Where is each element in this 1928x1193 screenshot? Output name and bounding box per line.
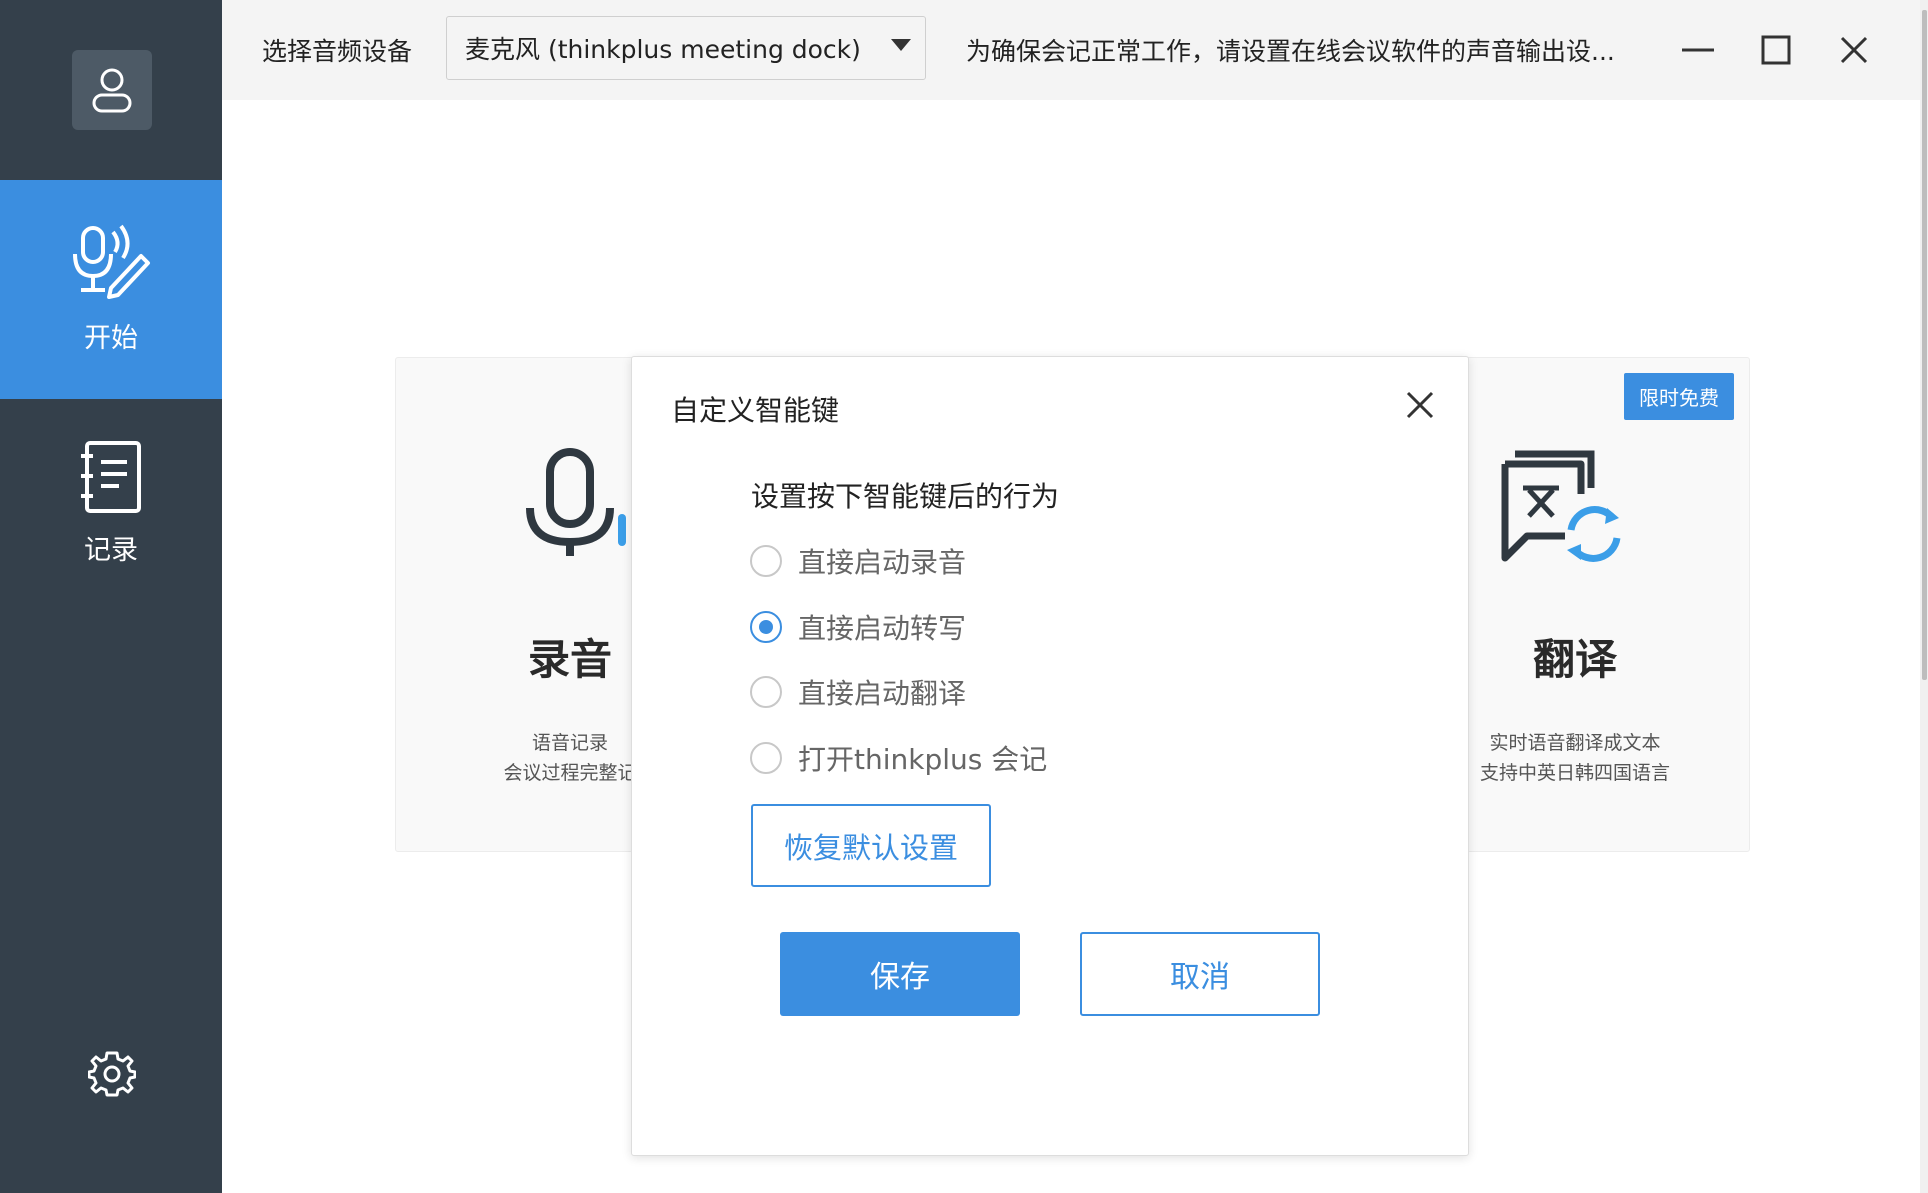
maximize-icon	[1761, 35, 1791, 65]
radio-button[interactable]	[750, 676, 782, 708]
option-label: 打开thinkplus 会记	[798, 743, 1048, 776]
save-button[interactable]: 保存	[780, 932, 1020, 1016]
minimize-button[interactable]	[1674, 26, 1722, 74]
gear-icon	[88, 1051, 136, 1097]
microphone-pen-icon	[73, 224, 150, 299]
sidebar-item-label: 记录	[84, 535, 138, 566]
sidebar-item-start[interactable]: 开始	[0, 180, 222, 399]
dialog-close-button[interactable]	[1400, 385, 1440, 425]
smart-key-dialog: 自定义智能键 设置按下智能键后的行为 直接启动录音 直接启动转写 直接启动翻译 …	[631, 356, 1469, 1156]
sidebar: 开始 记录	[0, 0, 222, 1193]
top-bar: 选择音频设备 麦克风 (thinkplus meeting dock) 为确保会…	[222, 0, 1928, 100]
option-start-transcription[interactable]: 直接启动转写	[750, 607, 966, 647]
scrollbar-thumb[interactable]	[1922, 10, 1927, 680]
audio-device-value: 麦克风 (thinkplus meeting dock)	[465, 35, 861, 64]
microphone-icon	[526, 448, 640, 556]
dialog-title: 自定义智能键	[671, 394, 840, 427]
sidebar-item-records[interactable]: 记录	[0, 440, 222, 590]
option-label: 直接启动转写	[798, 612, 967, 645]
audio-device-select[interactable]: 麦克风 (thinkplus meeting dock)	[446, 16, 926, 80]
translate-icon	[1501, 450, 1621, 562]
caret-down-icon	[891, 39, 911, 51]
minimize-icon	[1682, 48, 1714, 52]
notebook-icon	[81, 441, 141, 513]
close-window-button[interactable]	[1830, 26, 1878, 74]
radio-button[interactable]	[750, 742, 782, 774]
close-icon	[1406, 391, 1434, 419]
option-label: 直接启动翻译	[798, 677, 967, 710]
audio-hint-text: 为确保会记正常工作，请设置在线会议软件的声音输出设...	[966, 37, 1615, 66]
restore-defaults-button[interactable]: 恢复默认设置	[751, 804, 991, 887]
close-icon	[1840, 36, 1868, 64]
option-label: 直接启动录音	[798, 546, 967, 579]
radio-button[interactable]	[750, 545, 782, 577]
avatar[interactable]	[72, 50, 152, 130]
option-start-recording[interactable]: 直接启动录音	[750, 541, 966, 581]
radio-button[interactable]	[750, 611, 782, 643]
settings-button[interactable]	[86, 1048, 138, 1100]
smart-key-question: 设置按下智能键后的行为	[751, 480, 1060, 513]
cancel-button[interactable]: 取消	[1080, 932, 1320, 1016]
audio-device-label: 选择音频设备	[262, 37, 413, 66]
option-open-app[interactable]: 打开thinkplus 会记	[750, 738, 1047, 778]
maximize-button[interactable]	[1752, 26, 1800, 74]
free-badge: 限时免费	[1624, 373, 1734, 420]
option-start-translation[interactable]: 直接启动翻译	[750, 672, 966, 712]
sidebar-item-label: 开始	[84, 323, 138, 354]
user-icon	[92, 68, 132, 113]
